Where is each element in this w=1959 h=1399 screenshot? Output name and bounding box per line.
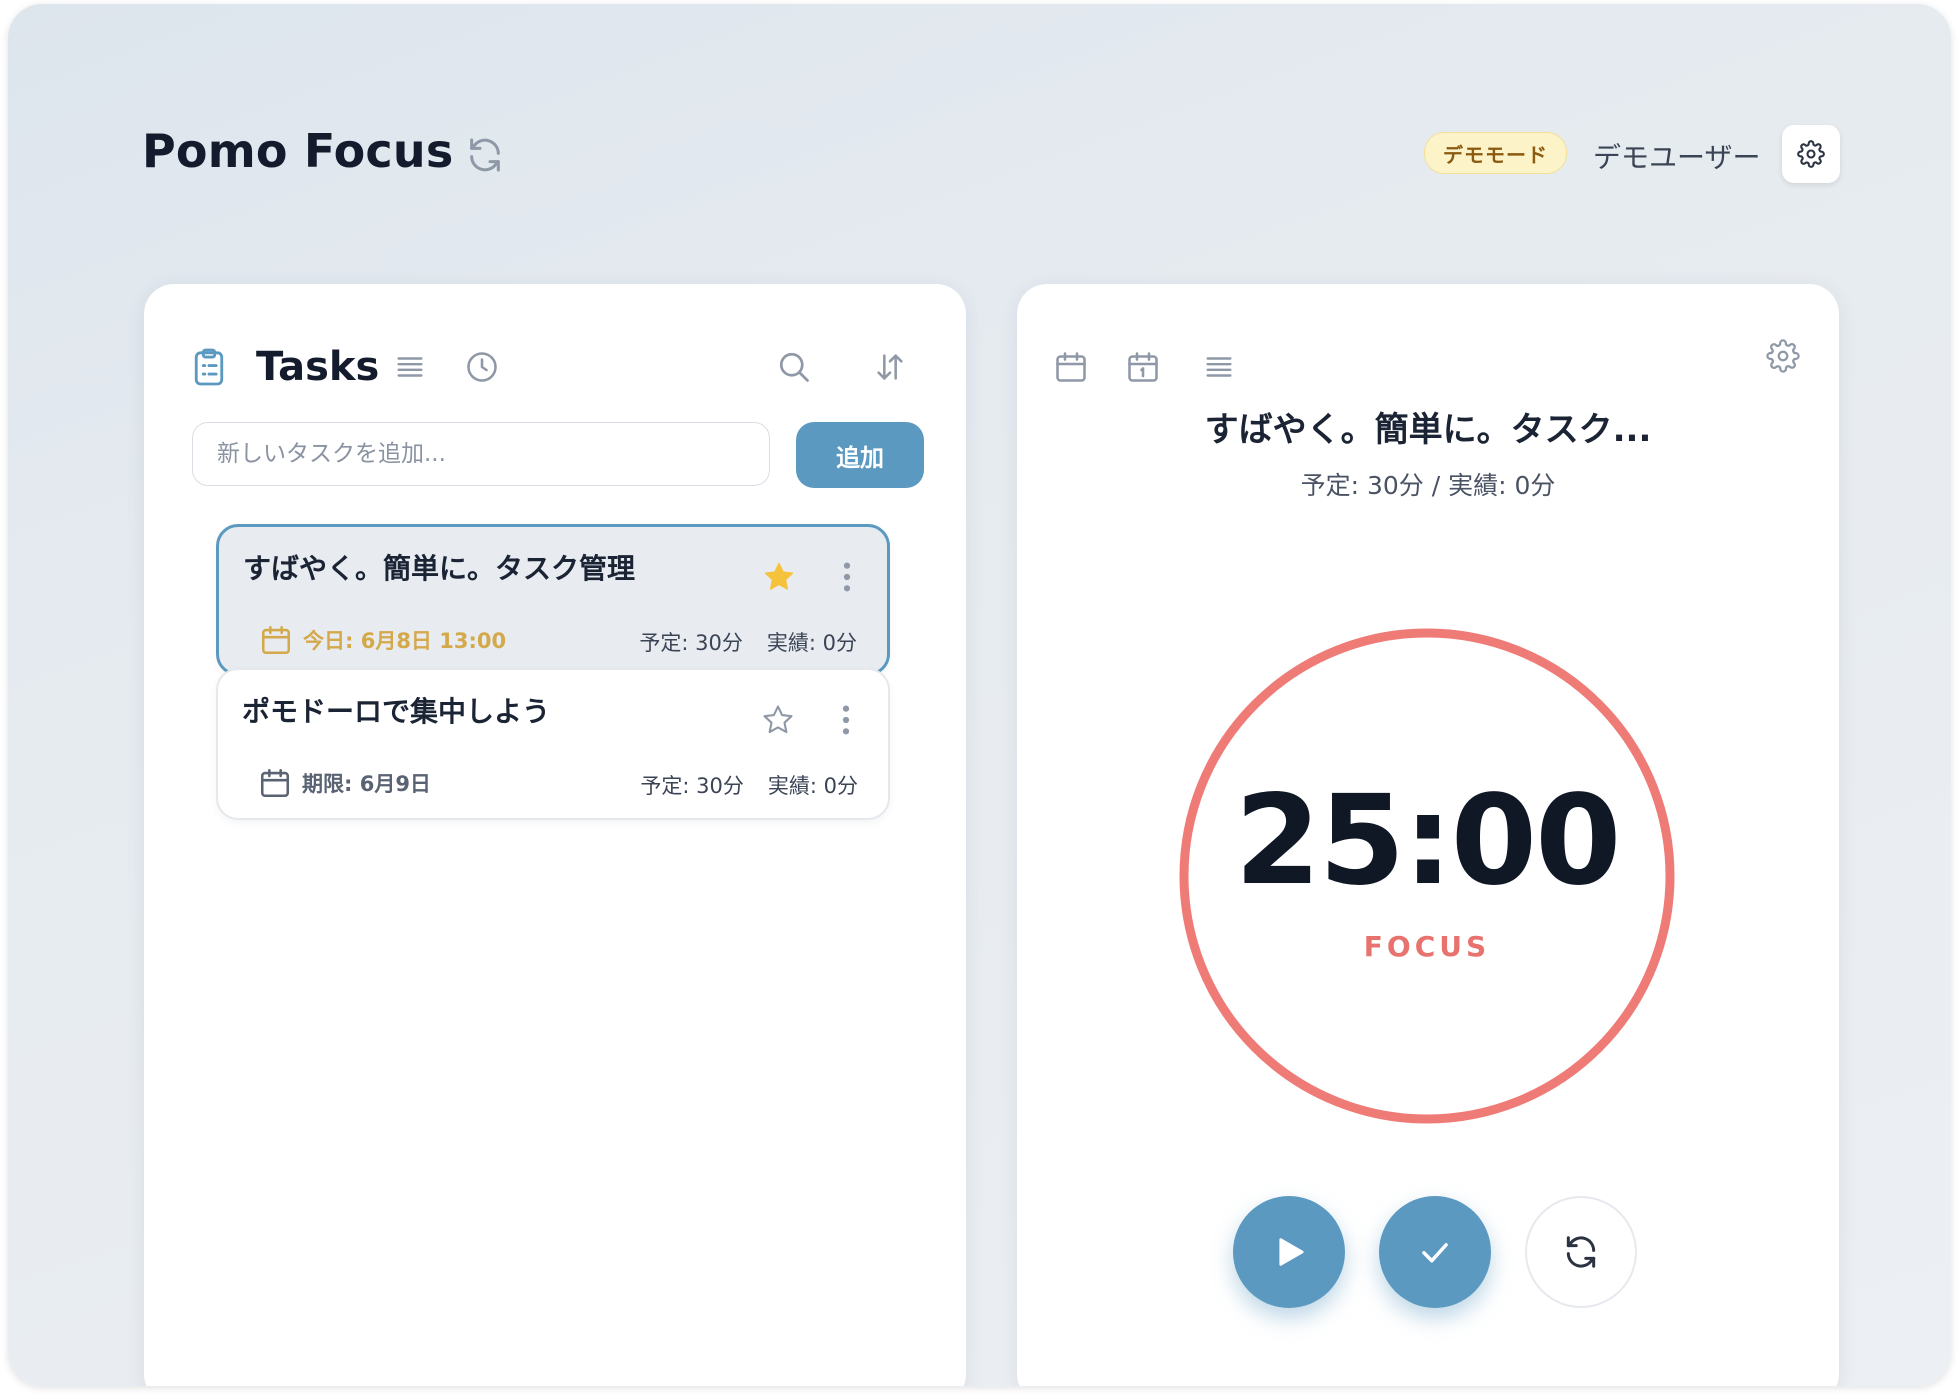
gear-icon [1766, 339, 1800, 373]
new-task-input[interactable] [192, 422, 770, 486]
gear-icon [1797, 140, 1825, 168]
day-view-button[interactable] [1123, 347, 1163, 387]
list-icon [397, 357, 423, 377]
task-date-label: 今日: 6月8日 13:00 [303, 629, 507, 653]
task-menu-button[interactable] [834, 700, 858, 740]
task-time-meta: 予定: 30分 実績: 0分 [640, 770, 858, 800]
timer-settings-button[interactable] [1763, 336, 1803, 376]
task-due-date: 今日: 6月8日 13:00 [259, 623, 506, 657]
add-task-button[interactable]: 追加 [796, 422, 924, 488]
current-task-meta: 予定: 30分 / 実績: 0分 [1300, 471, 1556, 500]
calendar-view-button[interactable] [1051, 347, 1091, 387]
list-view-button[interactable] [390, 347, 430, 387]
list-view-button[interactable] [1199, 347, 1239, 387]
task-planned: 予定: 30分 [639, 631, 743, 655]
timer-mode-label: FOCUS [1363, 930, 1491, 963]
star-icon [764, 562, 794, 590]
reset-button[interactable] [1525, 1196, 1637, 1308]
task-actual: 実績: 0分 [767, 774, 858, 798]
favorite-toggle[interactable] [758, 700, 798, 740]
task-due-date: 期限: 6月9日 [258, 766, 431, 800]
calendar-icon [261, 625, 291, 655]
tasks-title: Tasks [256, 344, 380, 390]
history-button[interactable] [462, 347, 502, 387]
check-icon [1422, 1243, 1448, 1263]
timer-display: 25:00 [1234, 769, 1622, 913]
more-vertical-icon [843, 562, 851, 592]
list-icon [1206, 357, 1232, 377]
task-item[interactable]: すばやく。簡単に。タスク管理 今日: 6月8日 13:00 予定: 30分 実績… [216, 524, 890, 676]
current-task-title: すばやく。簡単に。タスク... [1204, 410, 1652, 450]
task-title: すばやく。簡単に。タスク管理 [243, 552, 636, 585]
play-button[interactable] [1233, 1196, 1345, 1308]
timer-panel: すばやく。簡単に。タスク... 予定: 30分 / 実績: 0分 25:00 F… [1017, 284, 1839, 1386]
app-title: Pomo Focus [142, 124, 454, 178]
clock-icon [467, 352, 497, 382]
user-name[interactable]: デモユーザー [1593, 136, 1760, 176]
task-menu-button[interactable] [835, 557, 859, 597]
favorite-toggle[interactable] [759, 557, 799, 597]
clipboard-icon [194, 348, 224, 386]
calendar-icon [260, 768, 290, 798]
demo-mode-badge: デモモード [1424, 132, 1567, 174]
complete-button[interactable] [1379, 1196, 1491, 1308]
task-item[interactable]: ポモドーロで集中しよう 期限: 6月9日 予定: 30分 実績: 0分 [216, 668, 890, 820]
sort-icon [877, 354, 903, 380]
refresh-icon [470, 138, 500, 172]
search-icon [779, 352, 809, 382]
search-button[interactable] [774, 347, 814, 387]
task-date-label: 期限: 6月9日 [302, 772, 431, 796]
sync-button[interactable] [464, 134, 506, 176]
star-outline-icon [763, 705, 793, 734]
settings-button[interactable] [1782, 125, 1840, 183]
tasks-panel: Tasks 追加 すばやく。簡単に。タスク管 [144, 284, 966, 1386]
task-time-meta: 予定: 30分 実績: 0分 [639, 627, 857, 657]
calendar-day-icon [1128, 352, 1158, 382]
task-planned: 予定: 30分 [640, 774, 744, 798]
more-vertical-icon [842, 705, 850, 735]
sort-button[interactable] [870, 347, 910, 387]
task-title: ポモドーロで集中しよう [242, 695, 551, 728]
refresh-icon [1566, 1236, 1596, 1268]
calendar-icon [1056, 352, 1086, 382]
app-window: Pomo Focus デモモード デモユーザー Tasks 新しいタスクを追加.… [8, 4, 1951, 1386]
play-icon [1279, 1238, 1304, 1266]
task-actual: 実績: 0分 [766, 631, 857, 655]
